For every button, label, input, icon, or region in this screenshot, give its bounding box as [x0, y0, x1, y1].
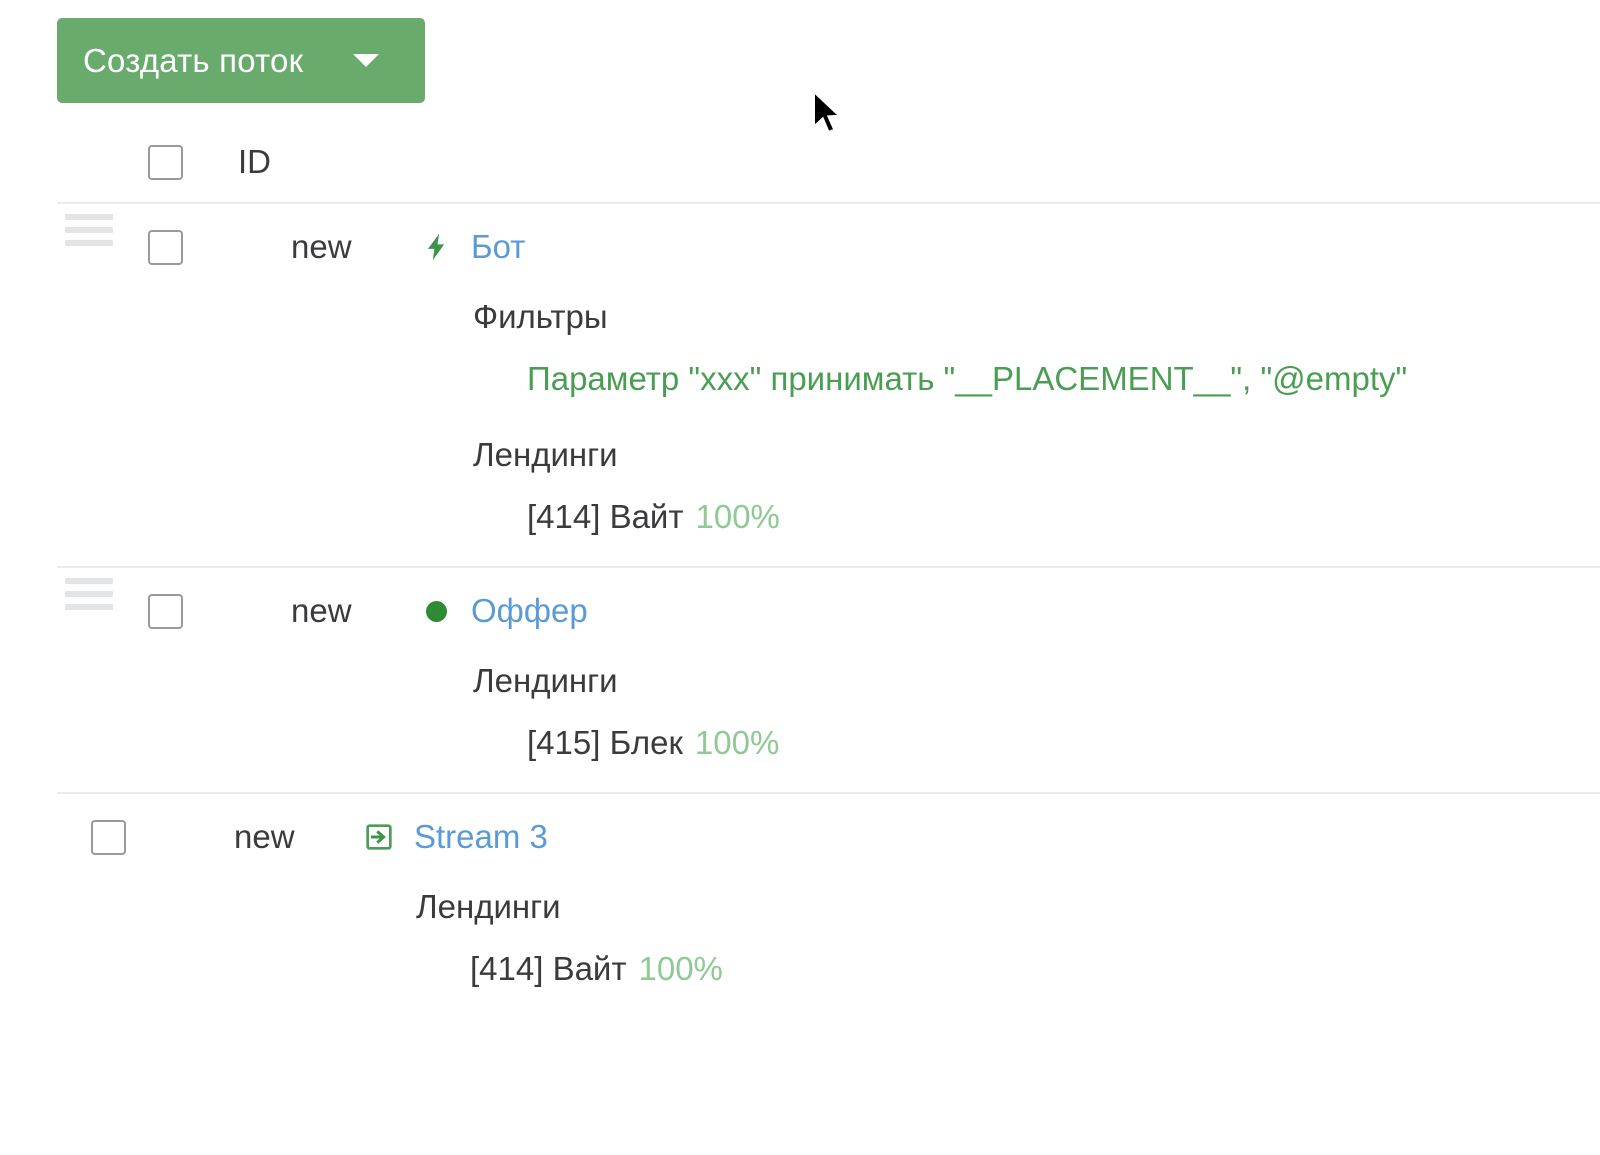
row-id-value: new: [234, 818, 295, 855]
row-id-value: new: [291, 592, 352, 629]
row-checkbox-wrap: [148, 586, 183, 636]
landing-item: [415] Блек 100%: [527, 712, 779, 774]
row-select-checkbox[interactable]: [148, 229, 183, 265]
row-section-landings: Лендинги [414] Вайт 100%: [0, 876, 1600, 1000]
section-title: Лендинги: [416, 888, 561, 925]
landing-item: [414] Вайт 100%: [470, 938, 723, 1000]
row-section-landings: Лендинги [414] Вайт 100%: [57, 424, 1600, 548]
filter-item: Параметр "xxx" принимать "__PLACEMENT__"…: [527, 360, 1408, 397]
table-row: new Stream 3 Лендинги [414] Вайт 100%: [0, 794, 1600, 1018]
row-section-landings: Лендинги [415] Блек 100%: [57, 650, 1600, 774]
landing-item-label: [415] Блек: [527, 724, 683, 761]
section-title: Фильтры: [473, 298, 608, 335]
row-name-cell: Stream 3: [362, 812, 548, 862]
streams-table: ID new Бот Фильтры Параметр "xxx" приним…: [0, 122, 1600, 1018]
sign-in-icon: [362, 820, 396, 854]
row-select-checkbox[interactable]: [91, 819, 126, 855]
table-row: new Оффер Лендинги [415] Блек 100%: [57, 568, 1600, 794]
landing-item: [414] Вайт 100%: [527, 486, 780, 548]
row-name-link[interactable]: Бот: [471, 228, 525, 266]
table-header-row: ID: [57, 122, 1600, 204]
drag-handle-icon[interactable]: [65, 578, 113, 610]
row-id-value: new: [291, 228, 352, 265]
row-name-link[interactable]: Stream 3: [414, 818, 548, 856]
drag-handle-icon[interactable]: [65, 214, 113, 246]
row-name-cell: Оффер: [419, 586, 588, 636]
chevron-down-icon[interactable]: [353, 54, 380, 67]
lightning-bolt-icon: [419, 230, 453, 264]
create-flow-button[interactable]: Создать поток: [57, 18, 425, 103]
row-section-filters: Фильтры Параметр "xxx" принимать "__PLAC…: [57, 286, 1600, 410]
landing-item-label: [414] Вайт: [527, 498, 684, 535]
row-checkbox-wrap: [148, 222, 183, 272]
landing-item-percent: 100%: [694, 724, 780, 761]
row-checkbox-wrap: [91, 812, 126, 862]
row-name-cell: Бот: [419, 222, 525, 272]
section-title: Лендинги: [473, 662, 618, 699]
landing-item-percent: 100%: [695, 498, 780, 535]
landing-item-percent: 100%: [638, 950, 723, 987]
row-select-checkbox[interactable]: [148, 593, 183, 629]
section-title: Лендинги: [473, 436, 618, 473]
select-all-checkbox[interactable]: [148, 144, 183, 180]
landing-item-label: [414] Вайт: [470, 950, 627, 987]
row-name-link[interactable]: Оффер: [471, 592, 588, 630]
green-dot-icon: [419, 594, 453, 628]
column-header-id: ID: [238, 143, 271, 180]
create-flow-button-label: Создать поток: [83, 41, 304, 79]
table-row: new Бот Фильтры Параметр "xxx" принимать…: [57, 204, 1600, 568]
